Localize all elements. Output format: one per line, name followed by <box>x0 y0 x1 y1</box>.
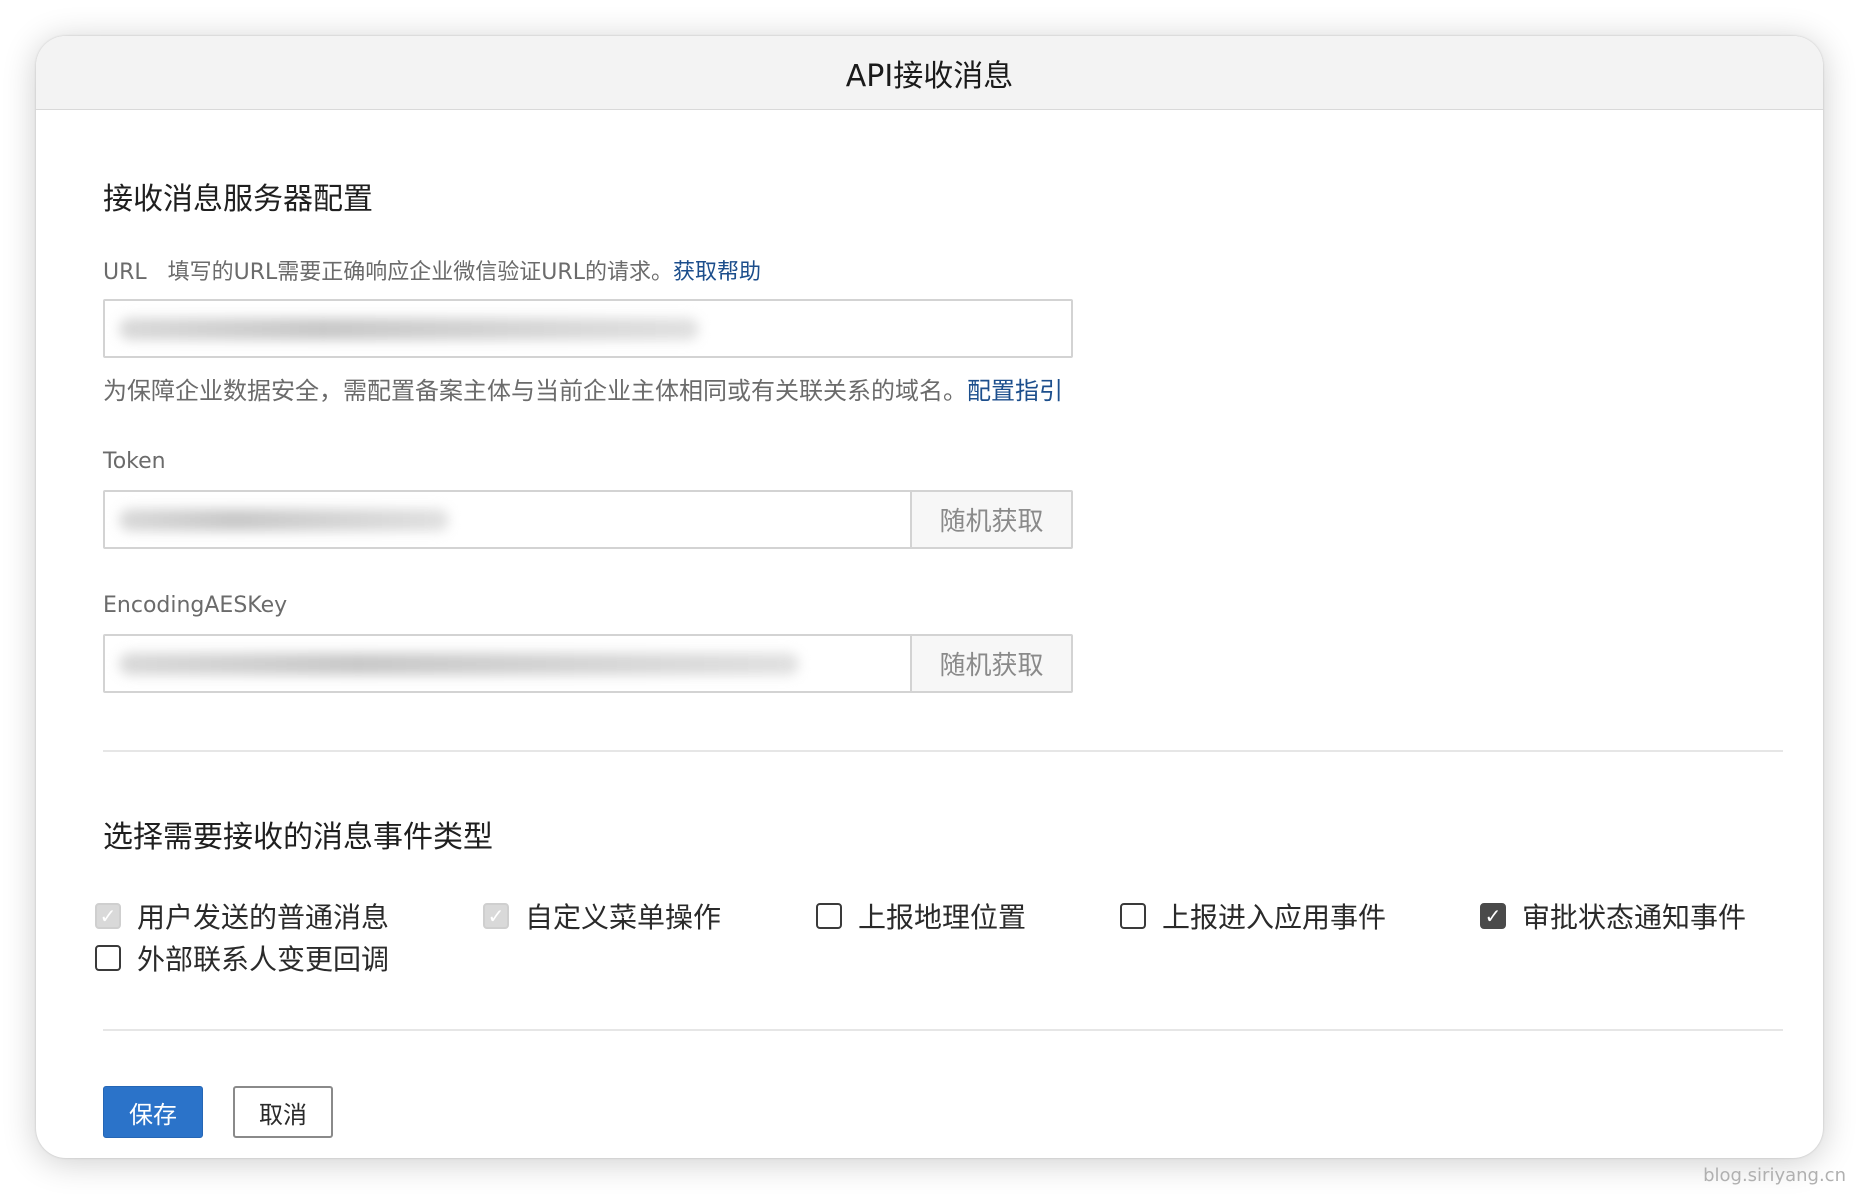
checkbox-checked-disabled-icon: ✓ <box>95 903 121 929</box>
checkbox-unchecked-icon <box>816 903 842 929</box>
aes-key-input-value <box>119 652 799 675</box>
event-label: 审批状态通知事件 <box>1522 901 1747 934</box>
save-button[interactable]: 保存 <box>103 1086 203 1138</box>
actions-divider <box>103 1029 1783 1031</box>
cancel-button[interactable]: 取消 <box>233 1086 333 1138</box>
aes-key-random-button[interactable]: 随机获取 <box>910 636 1071 691</box>
token-input-value <box>119 508 449 531</box>
event-checkbox-external-contact[interactable]: 外部联系人变更回调 <box>95 938 389 978</box>
url-input-value <box>119 317 699 340</box>
url-input[interactable] <box>103 299 1073 358</box>
api-receive-message-dialog: API接收消息 接收消息服务器配置 URL 填写的URL需要正确响应企业微信验证… <box>36 36 1823 1158</box>
event-checkbox-location[interactable]: 上报地理位置 <box>816 896 1026 936</box>
url-label-row: URL 填写的URL需要正确响应企业微信验证URL的请求。获取帮助 <box>103 254 761 286</box>
event-label: 用户发送的普通消息 <box>137 901 390 934</box>
event-label: 上报进入应用事件 <box>1162 901 1387 934</box>
event-label: 外部联系人变更回调 <box>137 943 390 976</box>
dialog-title: API接收消息 <box>845 58 1014 94</box>
aes-key-label: EncodingAESKey <box>103 593 288 618</box>
url-label: URL <box>103 260 147 285</box>
dialog-titlebar: API接收消息 <box>36 36 1823 110</box>
watermark: blog.siriyang.cn <box>1703 1165 1846 1186</box>
url-hint: 填写的URL需要正确响应企业微信验证URL的请求。 <box>167 260 673 285</box>
event-checkbox-approval[interactable]: ✓ 审批状态通知事件 <box>1480 896 1746 936</box>
event-checkbox-user-message[interactable]: ✓ 用户发送的普通消息 <box>95 896 389 936</box>
event-checkbox-enter-app[interactable]: 上报进入应用事件 <box>1120 896 1386 936</box>
token-label: Token <box>103 449 166 474</box>
domain-note: 为保障企业数据安全，需配置备案主体与当前企业主体相同或有关联关系的域名。 <box>103 377 967 405</box>
events-heading: 选择需要接收的消息事件类型 <box>103 820 493 855</box>
aes-key-input[interactable]: 随机获取 <box>103 634 1073 693</box>
checkbox-unchecked-icon <box>95 945 121 971</box>
checkbox-unchecked-icon <box>1120 903 1146 929</box>
domain-guide-link[interactable]: 配置指引 <box>967 377 1063 405</box>
token-random-button[interactable]: 随机获取 <box>910 492 1071 547</box>
url-help-link[interactable]: 获取帮助 <box>673 260 761 285</box>
event-label: 自定义菜单操作 <box>525 901 722 934</box>
checkbox-checked-icon: ✓ <box>1480 903 1506 929</box>
token-input[interactable]: 随机获取 <box>103 490 1073 549</box>
checkbox-checked-disabled-icon: ✓ <box>483 903 509 929</box>
event-checkbox-custom-menu[interactable]: ✓ 自定义菜单操作 <box>483 896 721 936</box>
event-label: 上报地理位置 <box>858 901 1027 934</box>
section-divider <box>103 750 1783 752</box>
domain-note-row: 为保障企业数据安全，需配置备案主体与当前企业主体相同或有关联关系的域名。配置指引 <box>103 371 1063 406</box>
server-config-heading: 接收消息服务器配置 <box>103 182 373 217</box>
